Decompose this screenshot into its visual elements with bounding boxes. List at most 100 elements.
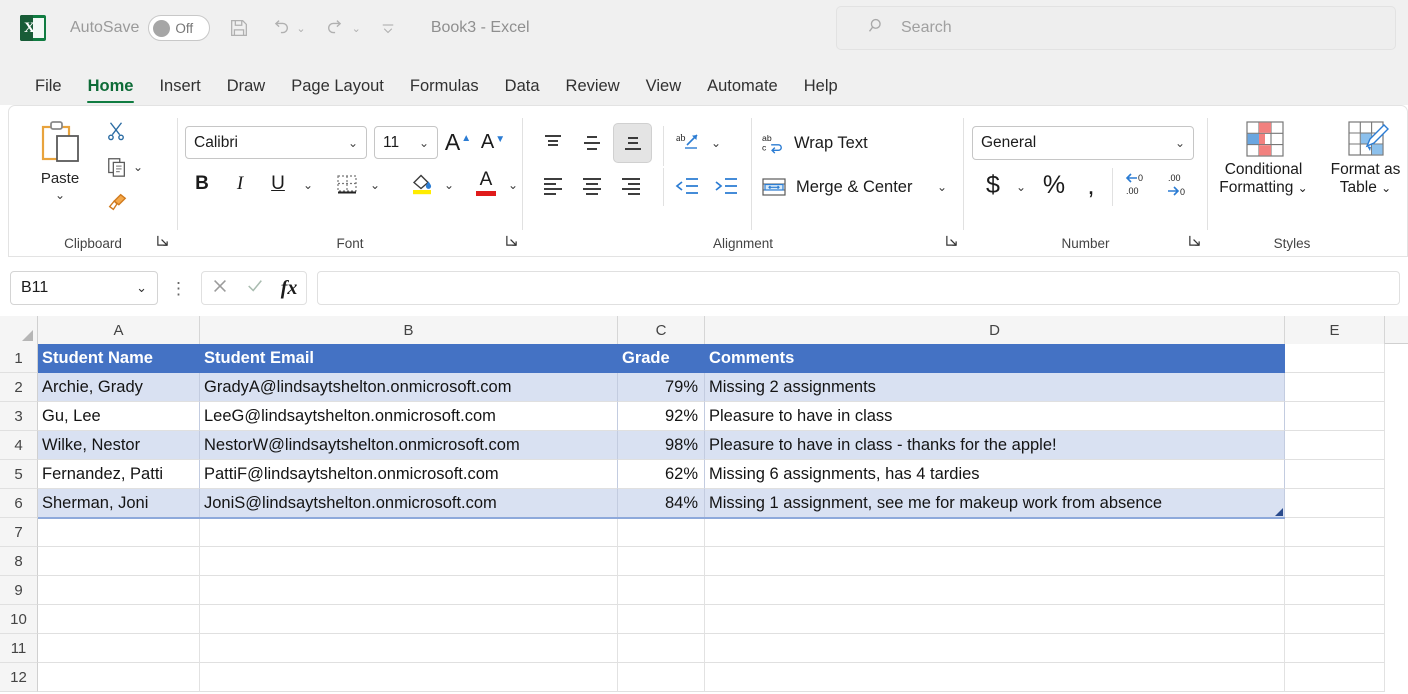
- alignment-dialog-launcher-icon[interactable]: [943, 234, 959, 250]
- empty-cell-E12[interactable]: [1285, 663, 1385, 692]
- table-cell-C5[interactable]: 62%: [618, 460, 705, 489]
- empty-cell-C11[interactable]: [618, 634, 705, 663]
- table-cell-D5[interactable]: Missing 6 assignments, has 4 tardies: [705, 460, 1285, 489]
- cut-button[interactable]: [105, 120, 127, 142]
- table-cell-B4[interactable]: NestorW@lindsaytshelton.onmicrosoft.com: [200, 431, 618, 460]
- tab-formulas[interactable]: Formulas: [397, 77, 492, 105]
- table-cell-A5[interactable]: Fernandez, Patti: [38, 460, 200, 489]
- row-header-9[interactable]: 9: [0, 576, 38, 605]
- empty-cell-C12[interactable]: [618, 663, 705, 692]
- tab-help[interactable]: Help: [791, 77, 851, 105]
- redo-chevron-down-icon[interactable]: ⌄: [352, 22, 361, 35]
- bold-button[interactable]: B: [188, 168, 216, 200]
- merge-center-button[interactable]: Merge & Center: [761, 170, 951, 204]
- row-header-6[interactable]: 6: [0, 489, 38, 518]
- empty-cell-B7[interactable]: [200, 518, 618, 547]
- underline-button[interactable]: U: [264, 168, 292, 200]
- fill-color-button[interactable]: [406, 166, 438, 200]
- orientation-button[interactable]: ab: [671, 126, 705, 160]
- cancel-icon[interactable]: [211, 277, 229, 300]
- borders-button[interactable]: [330, 168, 364, 200]
- empty-cell-E2[interactable]: [1285, 373, 1385, 402]
- table-cell-B6[interactable]: JoniS@lindsaytshelton.onmicrosoft.com: [200, 489, 618, 518]
- table-cell-C3[interactable]: 92%: [618, 402, 705, 431]
- name-box[interactable]: B11 ⌄: [10, 271, 158, 305]
- empty-cell-E9[interactable]: [1285, 576, 1385, 605]
- wrap-text-button[interactable]: ab c Wrap Text: [761, 126, 951, 160]
- decrease-decimal-button[interactable]: .00 0: [1162, 168, 1198, 202]
- empty-cell-D11[interactable]: [705, 634, 1285, 663]
- table-cell-A4[interactable]: Wilke, Nestor: [38, 431, 200, 460]
- empty-cell-A12[interactable]: [38, 663, 200, 692]
- format-as-table-chevron-down-icon[interactable]: ⌄: [1381, 181, 1391, 195]
- more-options-icon[interactable]: ⋮: [170, 280, 187, 297]
- insert-function-icon[interactable]: fx: [281, 277, 298, 300]
- currency-button[interactable]: $: [978, 168, 1008, 202]
- paste-chevron-down-icon[interactable]: ⌄: [55, 188, 65, 202]
- search-input[interactable]: Search: [836, 6, 1396, 50]
- tab-home[interactable]: Home: [75, 77, 147, 105]
- table-header-cell-C[interactable]: Grade: [618, 344, 705, 373]
- empty-cell-C7[interactable]: [618, 518, 705, 547]
- enter-icon[interactable]: [246, 277, 264, 300]
- table-header-cell-A[interactable]: Student Name: [38, 344, 200, 373]
- empty-cell-D10[interactable]: [705, 605, 1285, 634]
- row-header-2[interactable]: 2: [0, 373, 38, 402]
- empty-cell-B9[interactable]: [200, 576, 618, 605]
- empty-cell-B10[interactable]: [200, 605, 618, 634]
- number-format-combo[interactable]: General ⌄: [972, 126, 1194, 160]
- spreadsheet-grid[interactable]: ABCDE 1 2 3 4 5 6 7 8 9 10 11 12 Student Name Student…: [0, 316, 1408, 694]
- merge-center-chevron-down-icon[interactable]: ⌄: [937, 180, 947, 194]
- table-header-cell-B[interactable]: Student Email: [200, 344, 618, 373]
- tab-automate[interactable]: Automate: [694, 77, 791, 105]
- row-header-3[interactable]: 3: [0, 402, 38, 431]
- tab-insert[interactable]: Insert: [146, 77, 213, 105]
- empty-cell-A9[interactable]: [38, 576, 200, 605]
- formula-input[interactable]: [317, 271, 1400, 305]
- undo-icon[interactable]: [268, 17, 292, 39]
- copy-button[interactable]: [105, 156, 129, 178]
- conditional-formatting-chevron-down-icon[interactable]: ⌄: [1298, 181, 1308, 195]
- align-bottom-button[interactable]: [617, 128, 649, 158]
- empty-cell-A7[interactable]: [38, 518, 200, 547]
- font-size-chevron-down-icon[interactable]: ⌄: [419, 136, 429, 150]
- empty-cell-D9[interactable]: [705, 576, 1285, 605]
- empty-cell-B11[interactable]: [200, 634, 618, 663]
- align-center-button[interactable]: [576, 171, 608, 201]
- row-header-7[interactable]: 7: [0, 518, 38, 547]
- row-header-11[interactable]: 11: [0, 634, 38, 663]
- table-cell-D2[interactable]: Missing 2 assignments: [705, 373, 1285, 402]
- empty-cell-C10[interactable]: [618, 605, 705, 634]
- align-right-button[interactable]: [615, 171, 647, 201]
- decrease-indent-button[interactable]: [671, 171, 703, 201]
- borders-chevron-down-icon[interactable]: ⌄: [370, 178, 380, 192]
- column-header-C[interactable]: C: [618, 316, 705, 344]
- paste-button[interactable]: Paste ⌄: [23, 118, 97, 226]
- copy-chevron-down-icon[interactable]: ⌄: [133, 160, 143, 174]
- autosave-toggle[interactable]: Off: [148, 15, 211, 41]
- table-cell-C4[interactable]: 98%: [618, 431, 705, 460]
- increase-indent-button[interactable]: [710, 171, 742, 201]
- empty-cell-E1[interactable]: [1285, 344, 1385, 373]
- table-cell-D4[interactable]: Pleasure to have in class - thanks for t…: [705, 431, 1285, 460]
- empty-cell-E5[interactable]: [1285, 460, 1385, 489]
- empty-cell-D7[interactable]: [705, 518, 1285, 547]
- empty-cell-E3[interactable]: [1285, 402, 1385, 431]
- table-cell-A2[interactable]: Archie, Grady: [38, 373, 200, 402]
- decrease-font-size-button[interactable]: A ▼: [478, 126, 508, 159]
- comma-style-button[interactable]: ,: [1077, 168, 1105, 202]
- tab-view[interactable]: View: [633, 77, 694, 105]
- empty-cell-A10[interactable]: [38, 605, 200, 634]
- increase-font-size-button[interactable]: A ▲: [443, 126, 473, 159]
- tab-draw[interactable]: Draw: [214, 77, 279, 105]
- empty-cell-B12[interactable]: [200, 663, 618, 692]
- font-name-combo[interactable]: Calibri ⌄: [185, 126, 367, 159]
- save-icon[interactable]: [228, 17, 250, 39]
- table-cell-B3[interactable]: LeeG@lindsaytshelton.onmicrosoft.com: [200, 402, 618, 431]
- table-cell-D6[interactable]: Missing 1 assignment, see me for makeup …: [705, 489, 1285, 518]
- empty-cell-E7[interactable]: [1285, 518, 1385, 547]
- empty-cell-E10[interactable]: [1285, 605, 1385, 634]
- tab-file[interactable]: File: [22, 77, 75, 105]
- row-header-4[interactable]: 4: [0, 431, 38, 460]
- table-cell-A3[interactable]: Gu, Lee: [38, 402, 200, 431]
